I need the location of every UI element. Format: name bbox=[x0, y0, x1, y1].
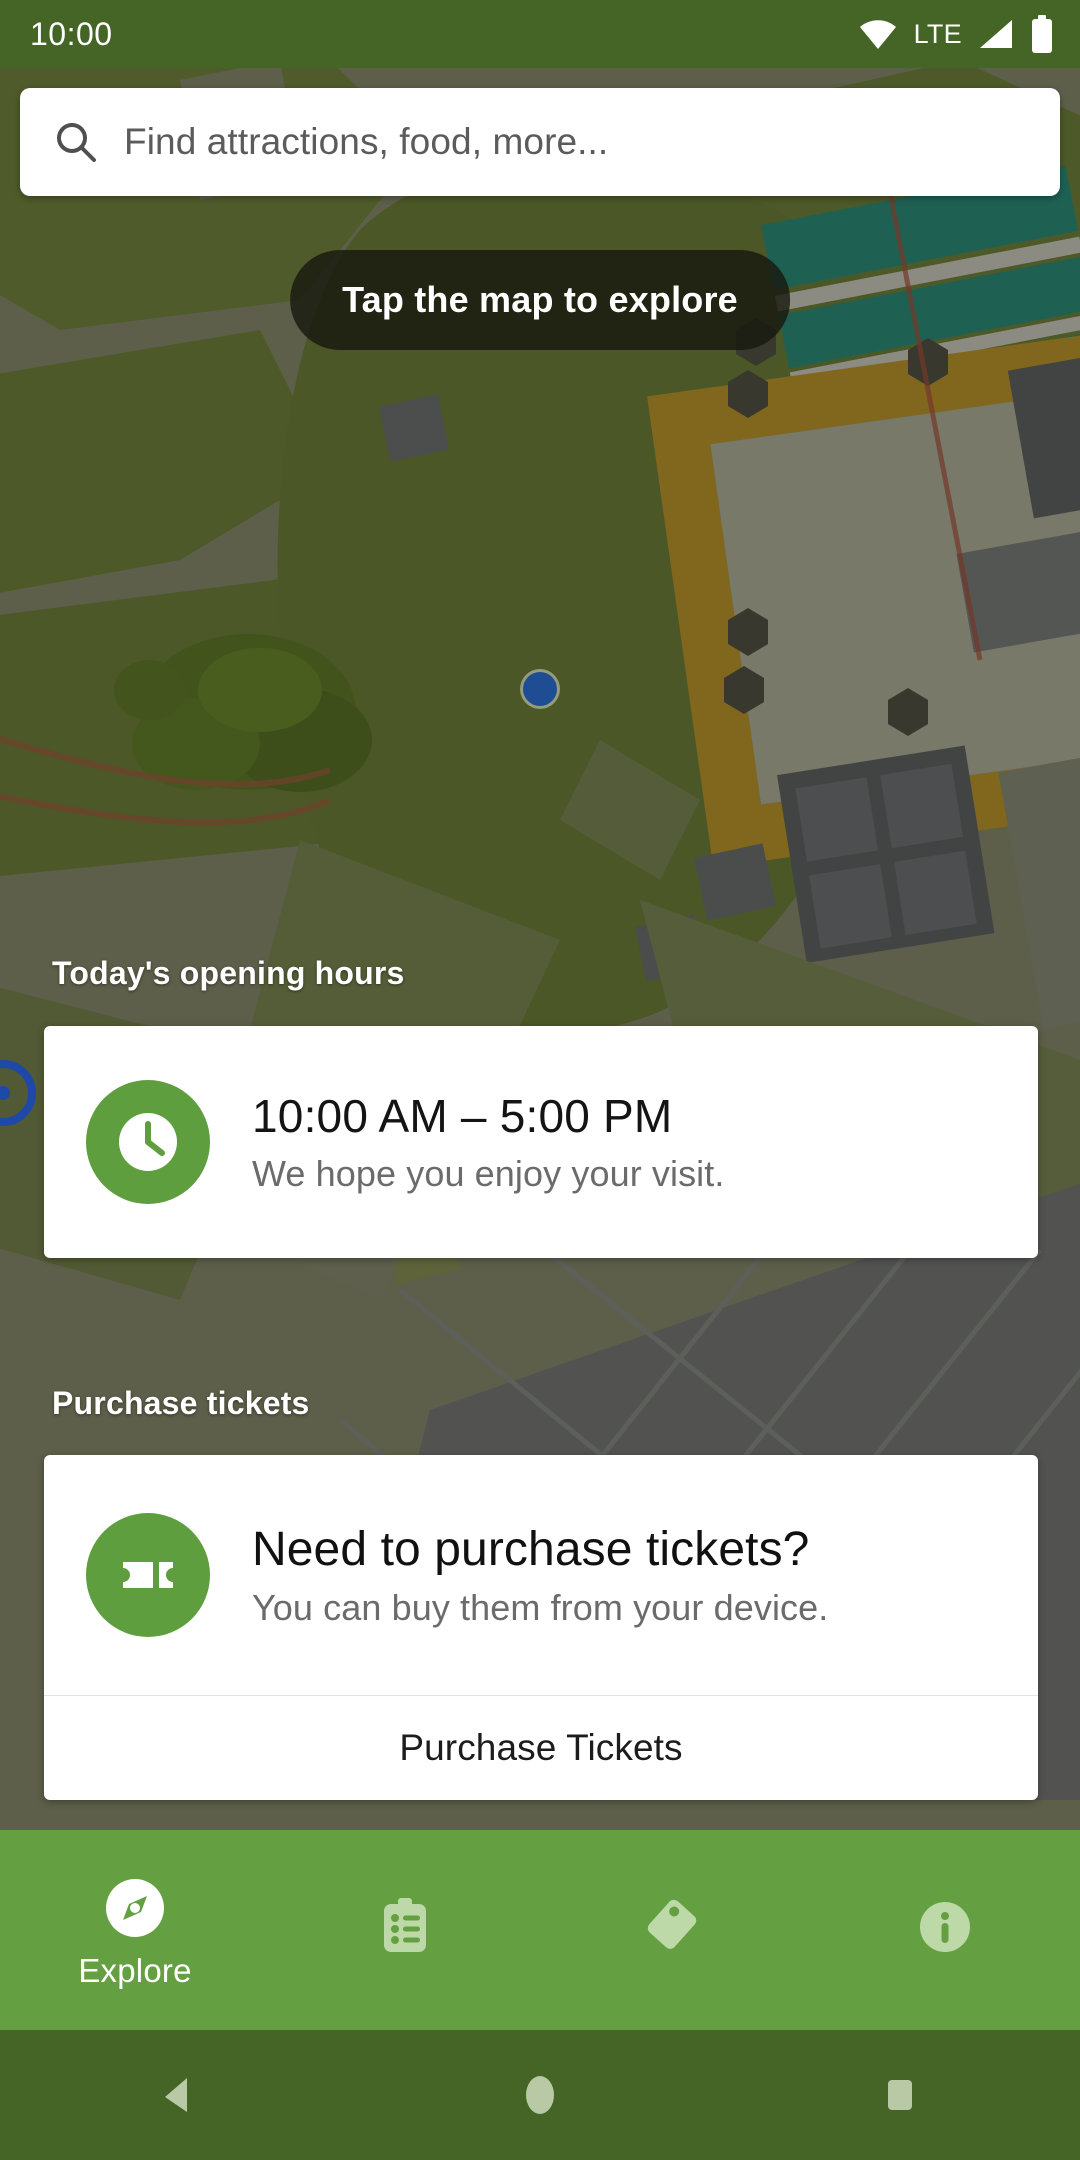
map-hint-pill: Tap the map to explore bbox=[290, 250, 790, 350]
recents-square-icon[interactable] bbox=[840, 2030, 960, 2160]
status-bar: 10:00 LTE bbox=[0, 0, 1080, 68]
opening-hours-card[interactable]: 10:00 AM – 5:00 PM We hope you enjoy you… bbox=[44, 1026, 1038, 1258]
hours-primary-text: 10:00 AM – 5:00 PM bbox=[252, 1090, 673, 1142]
signal-icon bbox=[980, 20, 1012, 48]
tab-explore-label: Explore bbox=[78, 1952, 192, 1989]
tab-explore[interactable]: Explore bbox=[0, 1830, 270, 2030]
tickets-text-block: Need to purchase tickets? You can buy th… bbox=[252, 1522, 828, 1629]
clock-icon bbox=[86, 1080, 210, 1204]
purchase-tickets-button[interactable]: Purchase Tickets bbox=[44, 1696, 1038, 1800]
tickets-primary-text: Need to purchase tickets? bbox=[252, 1522, 810, 1576]
tag-icon bbox=[643, 1895, 707, 1959]
tab-info[interactable] bbox=[810, 1830, 1080, 2030]
search-input-placeholder[interactable]: Find attractions, food, more... bbox=[124, 121, 608, 163]
tab-offers[interactable] bbox=[540, 1830, 810, 2030]
status-time: 10:00 bbox=[30, 16, 113, 52]
tickets-card-body: Need to purchase tickets? You can buy th… bbox=[44, 1455, 1038, 1695]
bottom-navigation-bar: Explore bbox=[0, 1830, 1080, 2030]
tickets-secondary-text: You can buy them from your device. bbox=[252, 1586, 829, 1628]
info-icon bbox=[913, 1895, 977, 1959]
android-system-nav bbox=[0, 2030, 1080, 2160]
wifi-icon bbox=[859, 20, 896, 49]
status-icon-group: LTE bbox=[858, 15, 1054, 53]
user-location-dot bbox=[523, 672, 557, 706]
purchase-tickets-card[interactable]: Need to purchase tickets? You can buy th… bbox=[44, 1455, 1038, 1800]
search-bar[interactable]: Find attractions, food, more... bbox=[20, 88, 1060, 196]
ticket-icon bbox=[86, 1513, 210, 1637]
tab-itinerary[interactable] bbox=[270, 1830, 540, 2030]
search-icon bbox=[57, 123, 96, 162]
home-circle-icon[interactable] bbox=[480, 2030, 600, 2160]
back-triangle-icon[interactable] bbox=[120, 2030, 240, 2160]
network-type-label: LTE bbox=[913, 18, 962, 49]
app-screen: 10:00 LTE Find attractions, food, more..… bbox=[0, 0, 1080, 2160]
hours-text-block: 10:00 AM – 5:00 PM We hope you enjoy you… bbox=[252, 1089, 724, 1195]
compass-icon bbox=[103, 1876, 167, 1940]
hours-secondary-text: We hope you enjoy your visit. bbox=[252, 1153, 725, 1194]
map-hint-label: Tap the map to explore bbox=[342, 279, 738, 320]
clipboard-list-icon bbox=[373, 1895, 437, 1959]
battery-icon bbox=[1032, 15, 1052, 53]
